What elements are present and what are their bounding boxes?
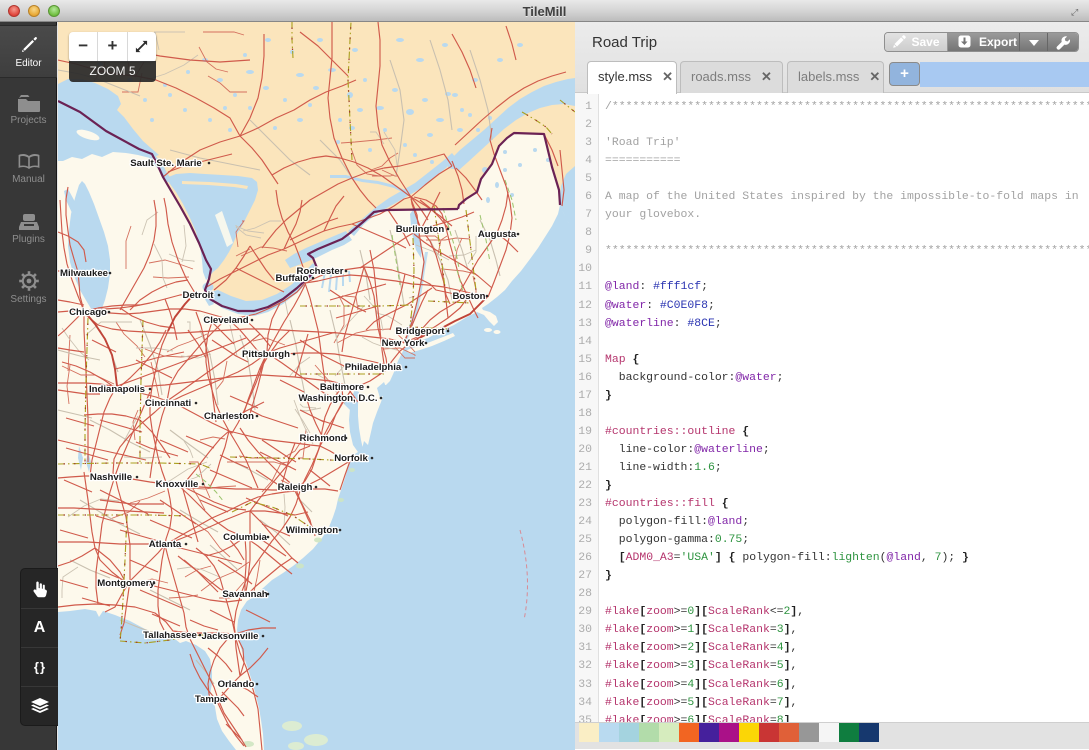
- svg-text:Washington, D.C.: Washington, D.C.: [298, 393, 377, 404]
- svg-text:Norfolk: Norfolk: [334, 453, 368, 464]
- svg-text:New York: New York: [382, 338, 425, 349]
- svg-text:Charleston: Charleston: [204, 411, 254, 422]
- svg-text:Columbia: Columbia: [223, 532, 267, 543]
- svg-text:Savannah: Savannah: [222, 589, 267, 600]
- svg-text:Tallahassee: Tallahassee: [143, 630, 197, 641]
- svg-text:Chicago: Chicago: [69, 307, 107, 318]
- svg-text:Bridgeport: Bridgeport: [395, 326, 445, 337]
- svg-text:Orlando: Orlando: [218, 679, 255, 690]
- svg-text:Boston: Boston: [452, 291, 485, 302]
- svg-text:Tampa: Tampa: [195, 694, 226, 705]
- svg-text:Wilmington: Wilmington: [286, 525, 338, 536]
- svg-text:Augusta: Augusta: [478, 229, 517, 240]
- svg-text:Montgomery: Montgomery: [97, 578, 155, 589]
- svg-text:Milwaukee: Milwaukee: [60, 268, 108, 279]
- svg-text:Nashville: Nashville: [90, 472, 132, 483]
- svg-text:Sault Ste. Marie: Sault Ste. Marie: [130, 158, 201, 169]
- svg-text:Indianapolis: Indianapolis: [89, 384, 145, 395]
- svg-text:Detroit: Detroit: [183, 290, 215, 301]
- svg-text:Atlanta: Atlanta: [149, 539, 182, 550]
- svg-text:Burlington: Burlington: [396, 224, 445, 235]
- svg-text:Richmond: Richmond: [300, 433, 347, 444]
- svg-text:Cleveland: Cleveland: [203, 315, 248, 326]
- svg-text:Pittsburgh: Pittsburgh: [242, 349, 290, 360]
- svg-text:Rochester: Rochester: [297, 266, 344, 277]
- svg-text:Raleigh: Raleigh: [278, 482, 313, 493]
- svg-text:Baltimore: Baltimore: [320, 382, 364, 393]
- svg-text:Jacksonville: Jacksonville: [201, 631, 258, 642]
- svg-text:Philadelphia: Philadelphia: [345, 362, 402, 373]
- svg-text:Knoxville: Knoxville: [156, 479, 199, 490]
- svg-text:Cincinnati: Cincinnati: [145, 398, 191, 409]
